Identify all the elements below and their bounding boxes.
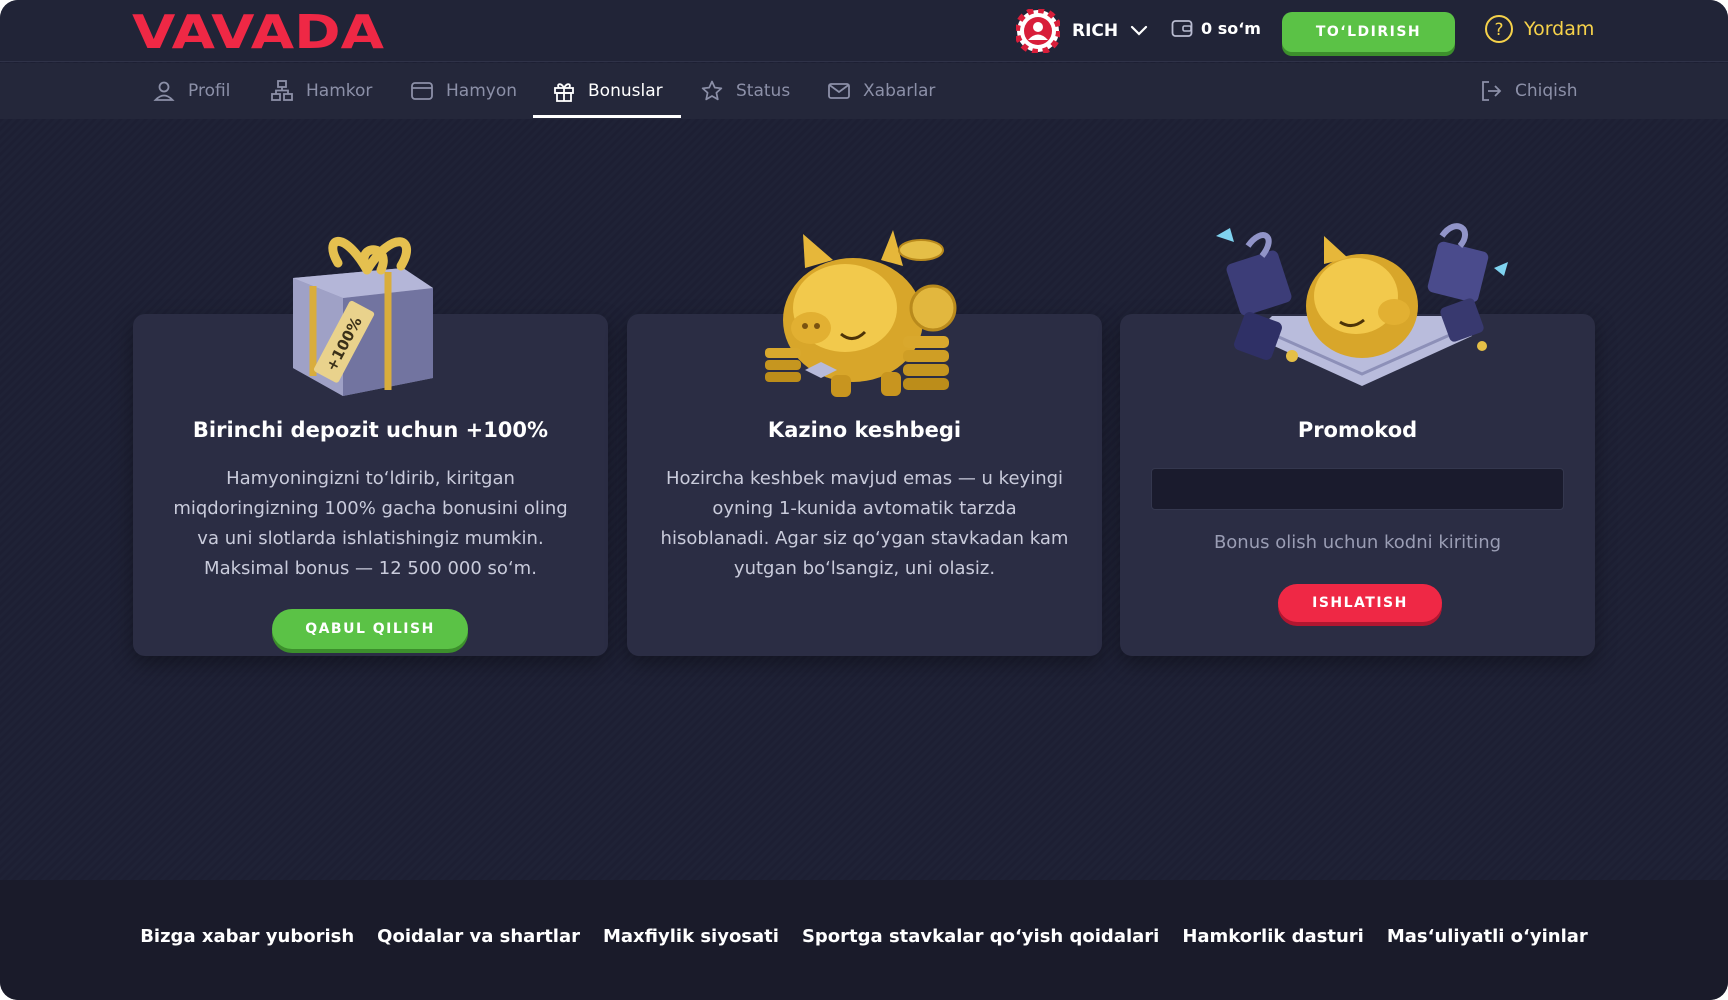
promo-hint: Bonus olish uchun kodni kiriting xyxy=(1213,532,1502,553)
tab-label: Status xyxy=(736,81,791,101)
tab-label: Bonuslar xyxy=(588,81,663,101)
footer-link-contact[interactable]: Bizga xabar yuborish xyxy=(140,926,354,947)
svg-text:?: ? xyxy=(1494,20,1503,40)
piggy-bank-icon xyxy=(765,230,957,397)
promo-card: Promokod Bonus olish uchun kodni kiritin… xyxy=(1120,223,1595,656)
star-icon xyxy=(701,80,723,101)
tab-xabarlar[interactable]: Xabarlar xyxy=(827,63,935,119)
tab-label: Hamyon xyxy=(446,81,517,101)
help-link[interactable]: ? Yordam xyxy=(1484,14,1594,44)
username: RICH xyxy=(1072,21,1119,41)
footer-links: Bizga xabar yuborish Qoidalar va shartla… xyxy=(0,926,1728,947)
wallet-icon xyxy=(1171,20,1193,37)
page-frame: VAVADA RICH 0 so‘m TO‘LDIRISH ? Yordam P… xyxy=(0,0,1728,1000)
promo-piggy-icon xyxy=(1216,223,1508,386)
card-title: Birinchi depozit uchun +100% xyxy=(192,418,549,442)
help-icon: ? xyxy=(1485,15,1513,43)
footer-link-responsible[interactable]: Mas‘uliyatli o‘yinlar xyxy=(1387,926,1588,947)
mail-icon xyxy=(828,83,850,99)
tab-hamkor[interactable]: Hamkor xyxy=(270,63,372,119)
logout-link[interactable]: Chiqish xyxy=(1479,63,1578,119)
deposit-bonus-card: +100% Birinchi depozit uchun +100% Hamyo… xyxy=(133,236,608,656)
tab-label: Profil xyxy=(188,81,231,101)
avatar xyxy=(1016,9,1060,53)
tab-label: Xabarlar xyxy=(863,81,936,101)
user-icon xyxy=(153,81,175,101)
network-icon xyxy=(271,80,293,101)
footer: Bizga xabar yuborish Qoidalar va shartla… xyxy=(0,880,1728,1000)
tab-profil[interactable]: Profil xyxy=(152,63,230,119)
promo-code-input[interactable] xyxy=(1151,468,1564,510)
card-title: Promokod xyxy=(1297,418,1418,442)
cashback-card: Kazino keshbegi Hozircha keshbek mavjud … xyxy=(627,230,1102,656)
gift-icon xyxy=(554,83,574,102)
top-bar: VAVADA RICH 0 so‘m TO‘LDIRISH ? Yordam xyxy=(0,0,1728,62)
footer-link-terms[interactable]: Qoidalar va shartlar xyxy=(377,926,580,947)
tab-label: Hamkor xyxy=(306,81,373,101)
footer-link-privacy[interactable]: Maxfiylik siyosati xyxy=(603,926,779,947)
chevron-down-icon xyxy=(1131,25,1148,36)
logout-icon xyxy=(1482,81,1502,101)
accept-bonus-button[interactable]: QABUL QILISH xyxy=(272,609,468,649)
balance-amount: 0 so‘m xyxy=(1201,18,1261,38)
svg-text:VAVADA: VAVADA xyxy=(132,10,384,52)
active-tab-indicator xyxy=(533,115,681,118)
help-label: Yordam xyxy=(1524,18,1595,40)
card-title: Kazino keshbegi xyxy=(767,418,962,442)
logout-label: Chiqish xyxy=(1515,81,1578,101)
tab-hamyon[interactable]: Hamyon xyxy=(410,63,517,119)
apply-promo-button[interactable]: ISHLATISH xyxy=(1278,584,1442,622)
footer-link-sport-rules[interactable]: Sportga stavkalar qo‘yish qoidalari xyxy=(802,926,1159,947)
user-menu[interactable]: RICH xyxy=(1016,8,1148,54)
tab-status[interactable]: Status xyxy=(700,63,790,119)
vavada-logo[interactable]: VAVADA xyxy=(132,10,384,52)
gift-box-icon: +100% xyxy=(293,236,433,396)
card-description: Hamyoningizni to‘ldirib, kiritgan miqdor… xyxy=(173,468,568,579)
footer-link-affiliate[interactable]: Hamkorlik dasturi xyxy=(1182,926,1364,947)
topup-button[interactable]: TO‘LDIRISH xyxy=(1282,12,1455,52)
tab-bonuslar[interactable]: Bonuslar xyxy=(552,63,663,119)
account-nav: Profil Hamkor Hamyon Bonuslar Status Xab… xyxy=(0,63,1728,119)
balance[interactable]: 0 so‘m xyxy=(1171,18,1261,38)
wallet-icon xyxy=(411,82,433,100)
card-description: Hozircha keshbek mavjud emas — u keyingi… xyxy=(660,468,1069,579)
